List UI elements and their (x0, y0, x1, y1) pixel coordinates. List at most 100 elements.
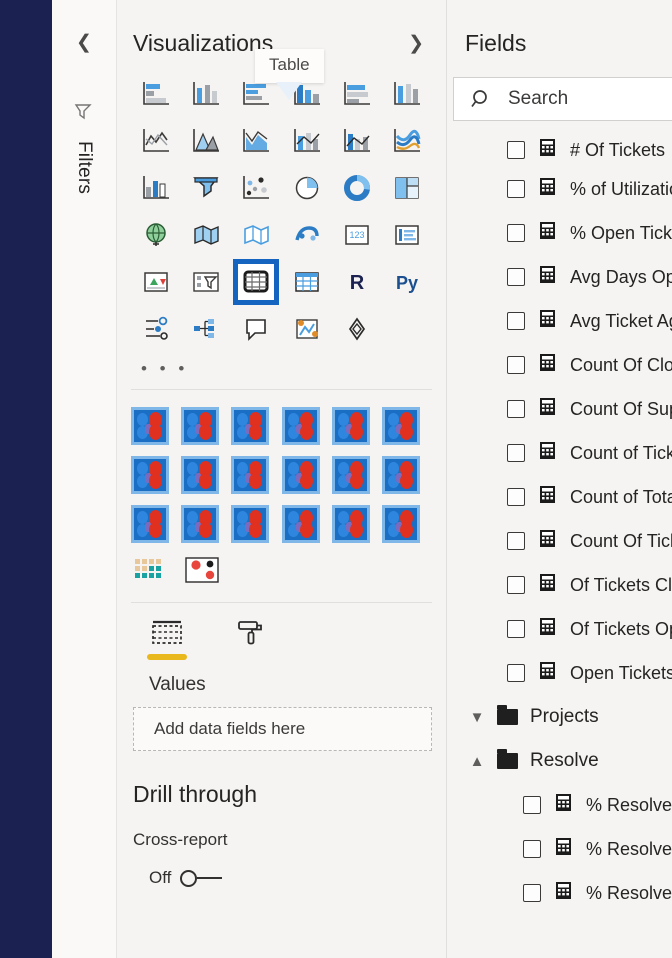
field-checkbox[interactable] (507, 400, 525, 418)
field-checkbox[interactable] (507, 268, 525, 286)
field-checkbox[interactable] (507, 620, 525, 638)
field-checkbox[interactable] (507, 664, 525, 682)
field-item[interactable]: Of Tickets Open (447, 607, 672, 651)
matrix-icon[interactable] (282, 263, 332, 300)
stacked-bar-chart-icon[interactable] (131, 75, 181, 112)
filled-map-icon[interactable] (181, 216, 231, 253)
format-tab[interactable] (231, 619, 271, 660)
funnel-chart-icon[interactable] (181, 169, 231, 206)
field-checkbox[interactable] (507, 488, 525, 506)
pie-chart-icon[interactable] (282, 169, 332, 206)
field-item[interactable]: Count Of Tickets (447, 519, 672, 563)
field-item[interactable]: Count of Tickets (447, 431, 672, 475)
field-checkbox[interactable] (523, 840, 541, 858)
custom-visual-icon[interactable] (331, 505, 370, 543)
custom-visual-icon[interactable] (131, 407, 169, 445)
custom-visual-icon[interactable] (131, 505, 169, 543)
field-checkbox[interactable] (507, 532, 525, 550)
custom-visual-icon[interactable] (131, 456, 169, 494)
field-checkbox[interactable] (507, 444, 525, 462)
field-item[interactable]: # Of Tickets (447, 133, 672, 167)
kpi-icon[interactable] (131, 263, 181, 300)
multi-row-card-icon[interactable] (382, 216, 432, 253)
more-visuals-button[interactable]: • • • (117, 347, 446, 389)
bubble-cluster-icon[interactable] (185, 557, 219, 588)
decomposition-tree-icon[interactable] (181, 310, 231, 347)
search-input[interactable]: Search (453, 77, 672, 121)
matrix-grid-icon[interactable] (133, 557, 167, 588)
100-stacked-bar-chart-icon[interactable] (332, 75, 382, 112)
donut-chart-icon[interactable] (332, 169, 382, 206)
field-item[interactable]: Avg Days Open (447, 255, 672, 299)
treemap-icon[interactable] (382, 169, 432, 206)
custom-visual-icon[interactable] (231, 407, 270, 445)
field-item[interactable]: Count of Total (447, 475, 672, 519)
field-item[interactable]: Of Tickets Closed (447, 563, 672, 607)
field-checkbox[interactable] (523, 796, 541, 814)
field-item[interactable]: Count Of Closed (447, 343, 672, 387)
waterfall-chart-icon[interactable] (131, 169, 181, 206)
shape-map-icon[interactable] (231, 216, 281, 253)
custom-visual-icon[interactable] (281, 456, 320, 494)
field-item[interactable]: % Resolved SLA (447, 827, 672, 871)
field-checkbox[interactable] (507, 141, 525, 159)
paginated-report-icon[interactable] (332, 310, 382, 347)
field-item[interactable]: Avg Ticket Age (447, 299, 672, 343)
map-icon[interactable] (131, 216, 181, 253)
field-group-projects[interactable]: ▼ Projects (447, 695, 672, 739)
field-checkbox[interactable] (507, 312, 525, 330)
line-chart-icon[interactable] (131, 122, 181, 159)
field-checkbox[interactable] (507, 224, 525, 242)
chevron-right-icon[interactable]: ❯ (408, 32, 424, 55)
field-checkbox[interactable] (507, 180, 525, 198)
field-checkbox[interactable] (507, 356, 525, 374)
r-script-visual-icon[interactable]: R (332, 263, 382, 300)
toggle-switch[interactable] (180, 869, 223, 887)
azure-map-icon[interactable] (282, 216, 332, 253)
custom-visual-icon[interactable] (331, 456, 370, 494)
filters-pane-collapsed[interactable]: ❮ Filters (52, 0, 117, 958)
line-clustered-column-chart-icon[interactable] (332, 122, 382, 159)
custom-visual-icon[interactable] (181, 456, 220, 494)
stacked-column-chart-icon[interactable] (181, 75, 231, 112)
line-stacked-column-chart-icon[interactable] (282, 122, 332, 159)
field-item[interactable]: % Resolved Time (447, 871, 672, 915)
custom-visual-icon[interactable] (331, 407, 370, 445)
cross-report-toggle[interactable]: Off (117, 850, 446, 888)
smart-narrative-icon[interactable] (282, 310, 332, 347)
values-dropzone[interactable]: Add data fields here (133, 707, 432, 751)
card-icon[interactable]: 123 (332, 216, 382, 253)
custom-visual-icon[interactable] (281, 505, 320, 543)
field-checkbox[interactable] (523, 884, 541, 902)
custom-visual-icon[interactable] (381, 456, 420, 494)
chevron-up-icon[interactable]: ▲ (469, 753, 485, 770)
q-and-a-icon[interactable] (231, 310, 281, 347)
funnel-icon[interactable] (73, 100, 95, 127)
custom-visual-icon[interactable] (231, 505, 270, 543)
chevron-down-icon[interactable]: ▼ (469, 709, 485, 726)
fields-tab[interactable] (147, 619, 187, 660)
field-group-resolve[interactable]: ▲ Resolve (447, 739, 672, 783)
stacked-area-chart-icon[interactable] (231, 122, 281, 159)
custom-visual-icon[interactable] (231, 456, 270, 494)
field-item[interactable]: % Resolved (447, 783, 672, 827)
slicer-icon[interactable] (181, 263, 231, 300)
ribbon-chart-icon[interactable] (382, 122, 432, 159)
field-item[interactable]: % of Utilization (447, 167, 672, 211)
custom-visual-icon[interactable] (181, 407, 220, 445)
custom-visual-icon[interactable] (381, 407, 420, 445)
field-item[interactable]: Open Tickets (447, 651, 672, 695)
custom-visual-icon[interactable] (281, 407, 320, 445)
field-checkbox[interactable] (507, 576, 525, 594)
scatter-chart-icon[interactable] (231, 169, 281, 206)
python-visual-icon[interactable]: Py (382, 263, 432, 300)
field-item[interactable]: Count Of Support (447, 387, 672, 431)
area-chart-icon[interactable] (181, 122, 231, 159)
custom-visual-icon[interactable] (181, 505, 220, 543)
100-stacked-column-chart-icon[interactable] (382, 75, 432, 112)
table-icon[interactable] (231, 258, 281, 305)
custom-visual-icon[interactable] (381, 505, 420, 543)
chevron-left-icon[interactable]: ❮ (72, 30, 96, 54)
field-item[interactable]: % Open Tickets (447, 211, 672, 255)
selected-visual-highlight[interactable] (233, 258, 280, 305)
